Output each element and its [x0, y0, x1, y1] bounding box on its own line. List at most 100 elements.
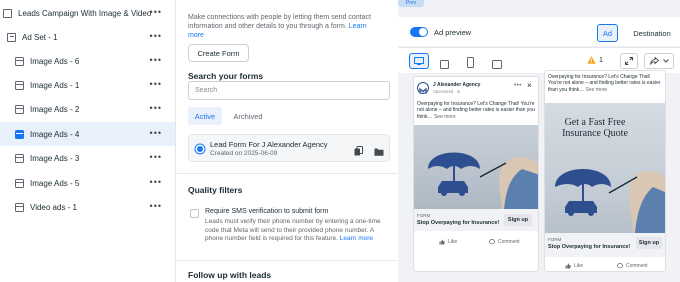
learn-more-link[interactable]: Learn more	[340, 235, 373, 242]
more-options-icon[interactable]: •••	[150, 153, 162, 162]
create-form-button[interactable]: Create Form	[188, 44, 249, 62]
sign-up-button[interactable]: Sign up	[636, 237, 662, 249]
like-button[interactable]: Like	[439, 239, 457, 245]
ad-preview-card-stories[interactable]: Overpaying for Insurance? Let's Change T…	[544, 70, 666, 272]
square-placement-icon[interactable]	[440, 56, 449, 74]
expand-icon	[625, 57, 633, 65]
ad-preview-panel: Prev Ad preview Ad Destination 1 J Alexa…	[398, 0, 680, 282]
campaign-icon	[3, 8, 12, 18]
warning-icon	[587, 56, 596, 64]
ad-name: Image Ads - 3	[30, 153, 80, 163]
expand-preview-button[interactable]	[620, 53, 638, 69]
sidebar-ad-row[interactable]: Video ads - 1 •••	[0, 195, 175, 219]
instant-form-panel: Make connections with people by letting …	[177, 0, 397, 282]
more-options-icon[interactable]: •••	[150, 129, 162, 138]
close-icon[interactable]: ×	[527, 81, 532, 90]
sidebar-ad-row[interactable]: Image Ads - 1 •••	[0, 73, 175, 97]
ad-name: Image Ads - 2	[30, 104, 80, 114]
ad-creative-image	[414, 125, 538, 209]
form-search-input[interactable]: Search	[188, 81, 390, 100]
more-options-icon[interactable]: •••	[150, 178, 162, 187]
more-options-icon[interactable]: •••	[514, 83, 522, 89]
quality-filters-title: Quality filters	[188, 185, 243, 195]
more-options-icon[interactable]: •••	[150, 32, 162, 41]
more-options-icon[interactable]: •••	[150, 8, 162, 17]
form-radio-selected[interactable]	[197, 146, 203, 152]
comment-button[interactable]: Comment	[617, 263, 648, 269]
feed-placement-button[interactable]	[409, 53, 429, 69]
like-button[interactable]: Like	[565, 263, 583, 269]
ad-name: Image Ads - 4	[30, 129, 80, 139]
ad-icon	[15, 129, 24, 139]
ad-creative-image: Get a Fast Free Insurance Quote	[545, 103, 665, 233]
campaign-name: Leads Campaign With Image & Video	[18, 8, 152, 18]
ad-preview-card-feed[interactable]: J Alexander Agency Sponsored · ⊕ ••• × O…	[413, 76, 539, 272]
tab-active[interactable]: Active	[188, 107, 222, 125]
share-preview-button[interactable]	[644, 53, 674, 69]
ad-name: Image Ads - 6	[30, 56, 80, 66]
form-name: Lead Form For J Alexander Agency	[210, 140, 328, 149]
sms-verification-checkbox[interactable]	[190, 209, 199, 218]
sidebar-campaign-row[interactable]: Leads Campaign With Image & Video •••	[0, 1, 175, 25]
ad-icon	[15, 178, 24, 188]
tab-archived[interactable]: Archived	[229, 107, 267, 125]
cta-headline: Stop Overpaying for Insurance!	[417, 220, 500, 226]
more-options-icon[interactable]: •••	[150, 202, 162, 211]
search-forms-title: Search your forms	[188, 71, 264, 81]
ad-icon	[15, 80, 24, 90]
copy-icon[interactable]	[354, 143, 363, 156]
ad-icon	[15, 56, 24, 66]
more-options-icon[interactable]: •••	[150, 56, 162, 65]
desktop-feed-icon	[414, 57, 424, 65]
ad-name: Video ads - 1	[30, 202, 77, 212]
more-options-icon[interactable]: •••	[150, 80, 162, 89]
sms-verification-description: Leads must verify their phone number by …	[205, 218, 381, 242]
tab-ad[interactable]: Ad	[597, 24, 618, 42]
adset-icon	[7, 32, 16, 42]
ad-primary-text: Overpaying for Insurance? Let's Change T…	[548, 74, 661, 93]
campaign-tree-sidebar: Leads Campaign With Image & Video ••• Ad…	[0, 0, 176, 282]
share-icon	[649, 57, 659, 65]
sidebar-ad-row[interactable]: Image Ads - 5 •••	[0, 171, 175, 195]
umbrella-car-illustration	[555, 169, 665, 233]
selected-form-card[interactable]: Lead Form For J Alexander Agency Created…	[188, 134, 390, 162]
form-intro-text: Make connections with people by letting …	[188, 14, 371, 39]
adset-name: Ad Set - 1	[22, 32, 58, 42]
ad-icon	[15, 104, 24, 114]
ad-preview-toggle[interactable]	[410, 27, 428, 37]
story-placement-icon[interactable]	[492, 56, 502, 74]
cta-form-label: FORM	[417, 213, 431, 218]
mobile-placement-icon[interactable]	[467, 55, 474, 73]
ad-icon	[15, 153, 24, 163]
ad-primary-text: Overpaying for Insurance? Let's Change T…	[417, 101, 535, 120]
cta-headline: Stop Overpaying for Insurance!	[548, 244, 631, 250]
ad-name: Image Ads - 1	[30, 80, 80, 90]
ad-name: Image Ads - 5	[30, 178, 80, 188]
sign-up-button[interactable]: Sign up	[504, 214, 532, 226]
divider	[177, 173, 397, 174]
warning-badge[interactable]: 1	[587, 56, 603, 64]
warning-count: 1	[599, 56, 603, 64]
sidebar-ad-row[interactable]: Image Ads - 2 •••	[0, 97, 175, 121]
sidebar-ad-row[interactable]: Image Ads - 3 •••	[0, 146, 175, 170]
chevron-down-icon	[662, 59, 669, 63]
see-more-link[interactable]: See more	[586, 87, 608, 93]
comment-icon	[617, 263, 623, 269]
divider	[177, 260, 397, 261]
preview-pill[interactable]: Prev	[398, 0, 424, 7]
folder-icon[interactable]	[374, 143, 384, 156]
comment-icon	[489, 239, 495, 245]
sponsored-label: Sponsored · ⊕	[433, 89, 461, 94]
like-icon	[565, 263, 571, 269]
sidebar-ad-row[interactable]: Image Ads - 6 •••	[0, 49, 175, 73]
tab-destination[interactable]: Destination	[628, 24, 676, 42]
sidebar-adset-row[interactable]: Ad Set - 1 •••	[0, 25, 175, 49]
agency-logo-icon	[419, 87, 427, 94]
sidebar-ad-row-selected[interactable]: Image Ads - 4 •••	[0, 122, 175, 146]
see-more-link[interactable]: See more	[434, 114, 456, 120]
form-created-date: Created on 2025-06-09	[210, 150, 278, 157]
comment-button[interactable]: Comment	[489, 239, 520, 245]
page-avatar	[417, 82, 429, 94]
cta-form-label: FORM	[548, 237, 562, 242]
more-options-icon[interactable]: •••	[150, 104, 162, 113]
